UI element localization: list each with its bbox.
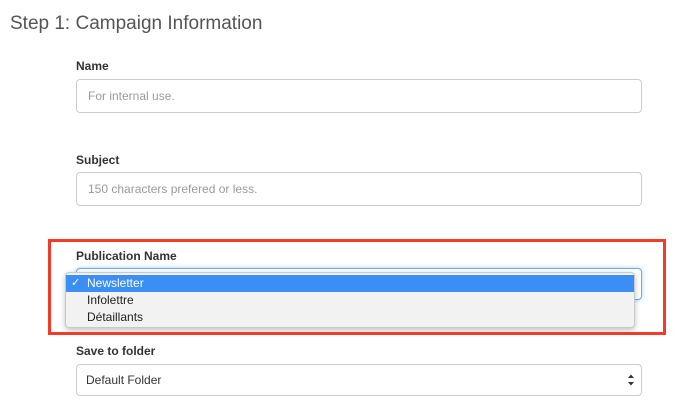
step-title: Step 1: Campaign Information (10, 13, 263, 34)
select-value: Default Folder (86, 373, 162, 387)
name-input[interactable] (76, 79, 642, 113)
name-label: Name (76, 59, 109, 73)
select-arrows-icon (627, 373, 635, 387)
save-to-folder-label: Save to folder (76, 344, 156, 358)
campaign-form-page: Step 1: Campaign Information Name Subjec… (0, 0, 682, 410)
highlight-annotation-box (48, 239, 666, 335)
subject-label: Subject (76, 153, 120, 167)
subject-input[interactable] (76, 172, 642, 206)
save-to-folder-select[interactable]: Default Folder (76, 364, 642, 396)
